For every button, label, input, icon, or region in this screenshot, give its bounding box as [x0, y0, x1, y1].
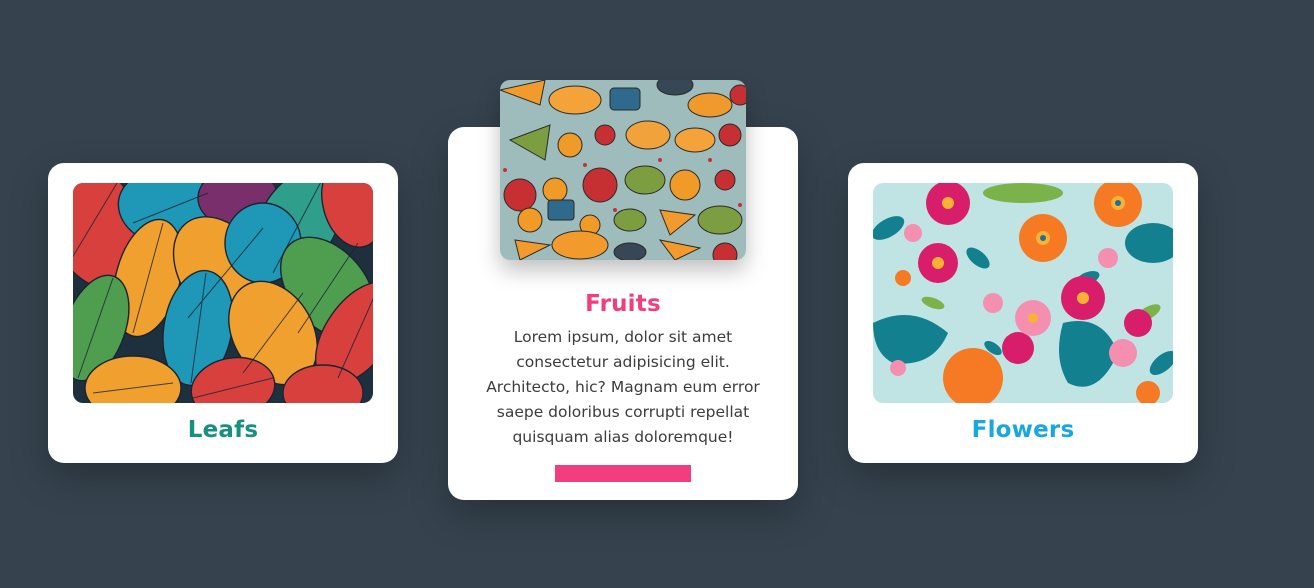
card-leafs[interactable]: Leafs: [48, 163, 398, 463]
card-title: Leafs: [187, 417, 259, 443]
fruit-pattern-image: [500, 80, 746, 260]
card-flowers[interactable]: Flowers: [848, 163, 1198, 463]
leaf-pattern-image: [73, 183, 373, 403]
card-description: Lorem ipsum, dolor sit amet consectetur …: [486, 328, 760, 446]
flower-pattern-image: [873, 183, 1173, 403]
cards-stage: Leafs Fruits Lorem ipsum, dolor sit amet…: [0, 0, 1314, 588]
card-title: Fruits: [585, 291, 661, 317]
read-more-button[interactable]: [555, 465, 691, 482]
card-title: Flowers: [971, 417, 1075, 443]
